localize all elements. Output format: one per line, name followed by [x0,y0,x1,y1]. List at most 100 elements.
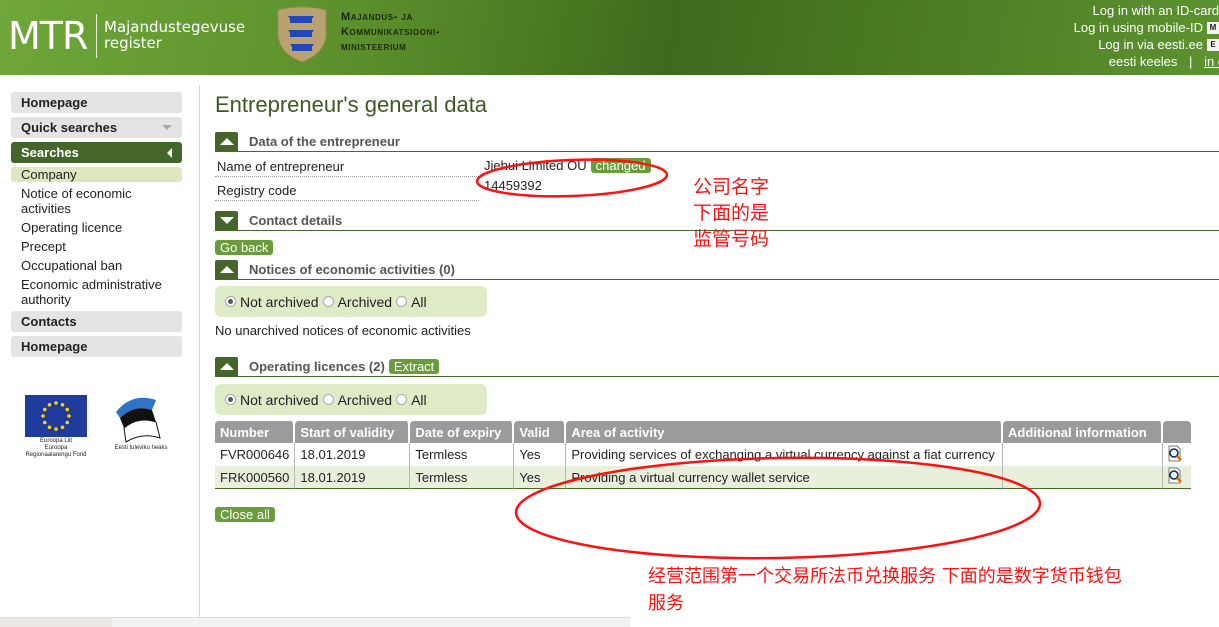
column-start[interactable]: Start of validity [295,421,411,443]
sidebar-searches[interactable]: Searches [11,142,182,163]
sidebar-item-company[interactable]: Company [11,167,182,182]
column-info[interactable]: Additional information [1003,421,1163,443]
lang-english-link[interactable]: in english [1204,53,1219,70]
eu-star [54,401,58,405]
close-all-button[interactable]: Close all [215,507,275,522]
cell-expiry: Termless [410,466,515,489]
triangle-down-icon [219,217,234,224]
sidebar-item-occupational-ban[interactable]: Occupational ban [11,258,182,273]
column-actions [1162,421,1191,443]
sidebar: Homepage Quick searches Searches Company… [11,92,182,361]
annotation-line: 公司名字 [693,176,770,198]
register-name-line1: Majandustegevuse [104,18,246,36]
radio-archived[interactable] [322,394,334,405]
radio-all[interactable] [396,394,408,405]
eu-star [60,425,65,430]
ministry-name: Majandus- ja Kommunikatsiooni- ministeer… [341,10,440,55]
sidebar-item-operating-licence[interactable]: Operating licence [11,220,182,235]
annotation-line: 服务 [648,593,684,614]
radio-archived[interactable] [322,296,334,307]
collapse-button[interactable] [215,132,238,151]
radio-not-archived[interactable] [225,394,236,405]
extract-button[interactable]: Extract [388,359,440,374]
column-number[interactable]: Number [215,421,296,443]
lang-separator: | [1189,54,1193,69]
view-details-icon[interactable] [1167,467,1183,484]
radio-label: Not archived [240,293,319,310]
sidebar-item-authority[interactable]: Economic administrative authority [11,277,182,307]
cell-info [1003,466,1163,489]
triangle-up-icon [219,363,234,370]
ministry-line2: Kommunikatsiooni- [341,26,440,38]
eu-star [54,427,58,431]
table-header-row: Number Start of validity Date of expiry … [215,421,1191,443]
sidebar-item-precept[interactable]: Precept [11,239,182,254]
scrollbar-thumb[interactable] [0,618,112,627]
entrepreneur-name: Jiehui Limited OÜ [484,158,587,173]
annotation-line: 经营范围第一个交易所法币兑换服务 下面的是数字货币钱包 [648,566,1122,587]
section-notices-header: Notices of economic activities (0) [215,260,1219,280]
login-eesti-link[interactable]: Log in via eesti.ee [1098,36,1203,53]
cell-start: 18.01.2019 [295,443,411,466]
expand-button[interactable] [215,211,238,230]
cell-number: FVR000646 [215,443,296,466]
column-expiry[interactable]: Date of expiry [410,421,515,443]
mtr-logo[interactable]: MTR [8,14,88,58]
sidebar-homepage[interactable]: Homepage [11,92,182,113]
coat-of-arms-icon [277,6,327,63]
table-row: FVR000646 18.01.2019 Termless Yes Provid… [215,443,1191,466]
login-panel: Log in with an ID-card Log in using mobi… [1074,2,1219,70]
sponsor-logos: Euroopa Liit Euroopa Regionaalarengu Fon… [20,392,180,462]
sidebar-searches-label: Searches [21,145,79,160]
column-valid[interactable]: Valid [514,421,567,443]
go-back-button[interactable]: Go back [215,240,274,255]
section-title: Data of the entrepreneur [249,134,400,149]
register-name-line2: register [104,34,162,52]
horizontal-scrollbar[interactable] [0,617,630,627]
radio-not-archived[interactable] [225,296,236,307]
eu-star [42,420,47,425]
column-area[interactable]: Area of activity [566,421,1004,443]
changed-badge[interactable]: changed [590,158,651,173]
page-title: Entrepreneur's general data [215,92,488,117]
section-title: Contact details [249,213,343,228]
radio-label: Archived [337,293,393,310]
login-id-card-link[interactable]: Log in with an ID-card [1093,2,1219,19]
login-mobile-id-link[interactable]: Log in using mobile-ID [1074,19,1203,36]
annotation-note-company: 公司名字 下面的是 监管号码 [693,174,769,252]
cell-valid: Yes [514,443,567,466]
mobile-id-icon: M [1207,21,1219,34]
section-entrepreneur-header: Data of the entrepreneur [215,132,1219,152]
eu-text-3: Regionaalarengu Fond [25,452,87,458]
radio-label: Archived [337,391,393,408]
section-licences-header: Operating licences (2) Extract [215,357,1219,377]
collapse-button[interactable] [215,260,238,279]
sidebar-item-notice[interactable]: Notice of economic activities [11,186,182,216]
sidebar-contacts[interactable]: Contacts [11,311,182,332]
triangle-up-icon [219,138,234,145]
sidebar-homepage-2[interactable]: Homepage [11,336,182,357]
section-title: Notices of economic activities (0) [249,262,455,277]
eu-star [67,414,71,418]
eu-star [42,407,47,412]
collapse-button[interactable] [215,357,238,376]
radio-all[interactable] [396,296,408,307]
sidebar-contacts-label: Contacts [21,314,77,329]
cell-area: Providing services of exchanging a virtu… [566,443,1004,466]
eu-star [65,407,70,412]
sidebar-quick-searches[interactable]: Quick searches [11,117,182,138]
eesti-icon: E [1207,38,1219,51]
lang-estonian-link[interactable]: eesti keeles [1109,53,1178,70]
table-row: FRK000560 18.01.2019 Termless Yes Provid… [215,466,1191,489]
view-details-icon[interactable] [1167,445,1183,462]
name-label: Name of entrepreneur [215,159,479,177]
annotation-line: 下面的是 [693,202,770,224]
estonia-text: Eesti tuleviku heaks [114,445,168,451]
cell-area: Providing a virtual currency wallet serv… [566,466,1004,489]
eu-star [47,402,52,407]
eu-text-2: Euroopa [44,445,68,451]
radio-label: All [411,391,427,408]
chevron-left-icon [167,147,172,158]
cell-expiry: Termless [410,443,515,466]
registry-code-value: 14459392 [484,178,542,193]
